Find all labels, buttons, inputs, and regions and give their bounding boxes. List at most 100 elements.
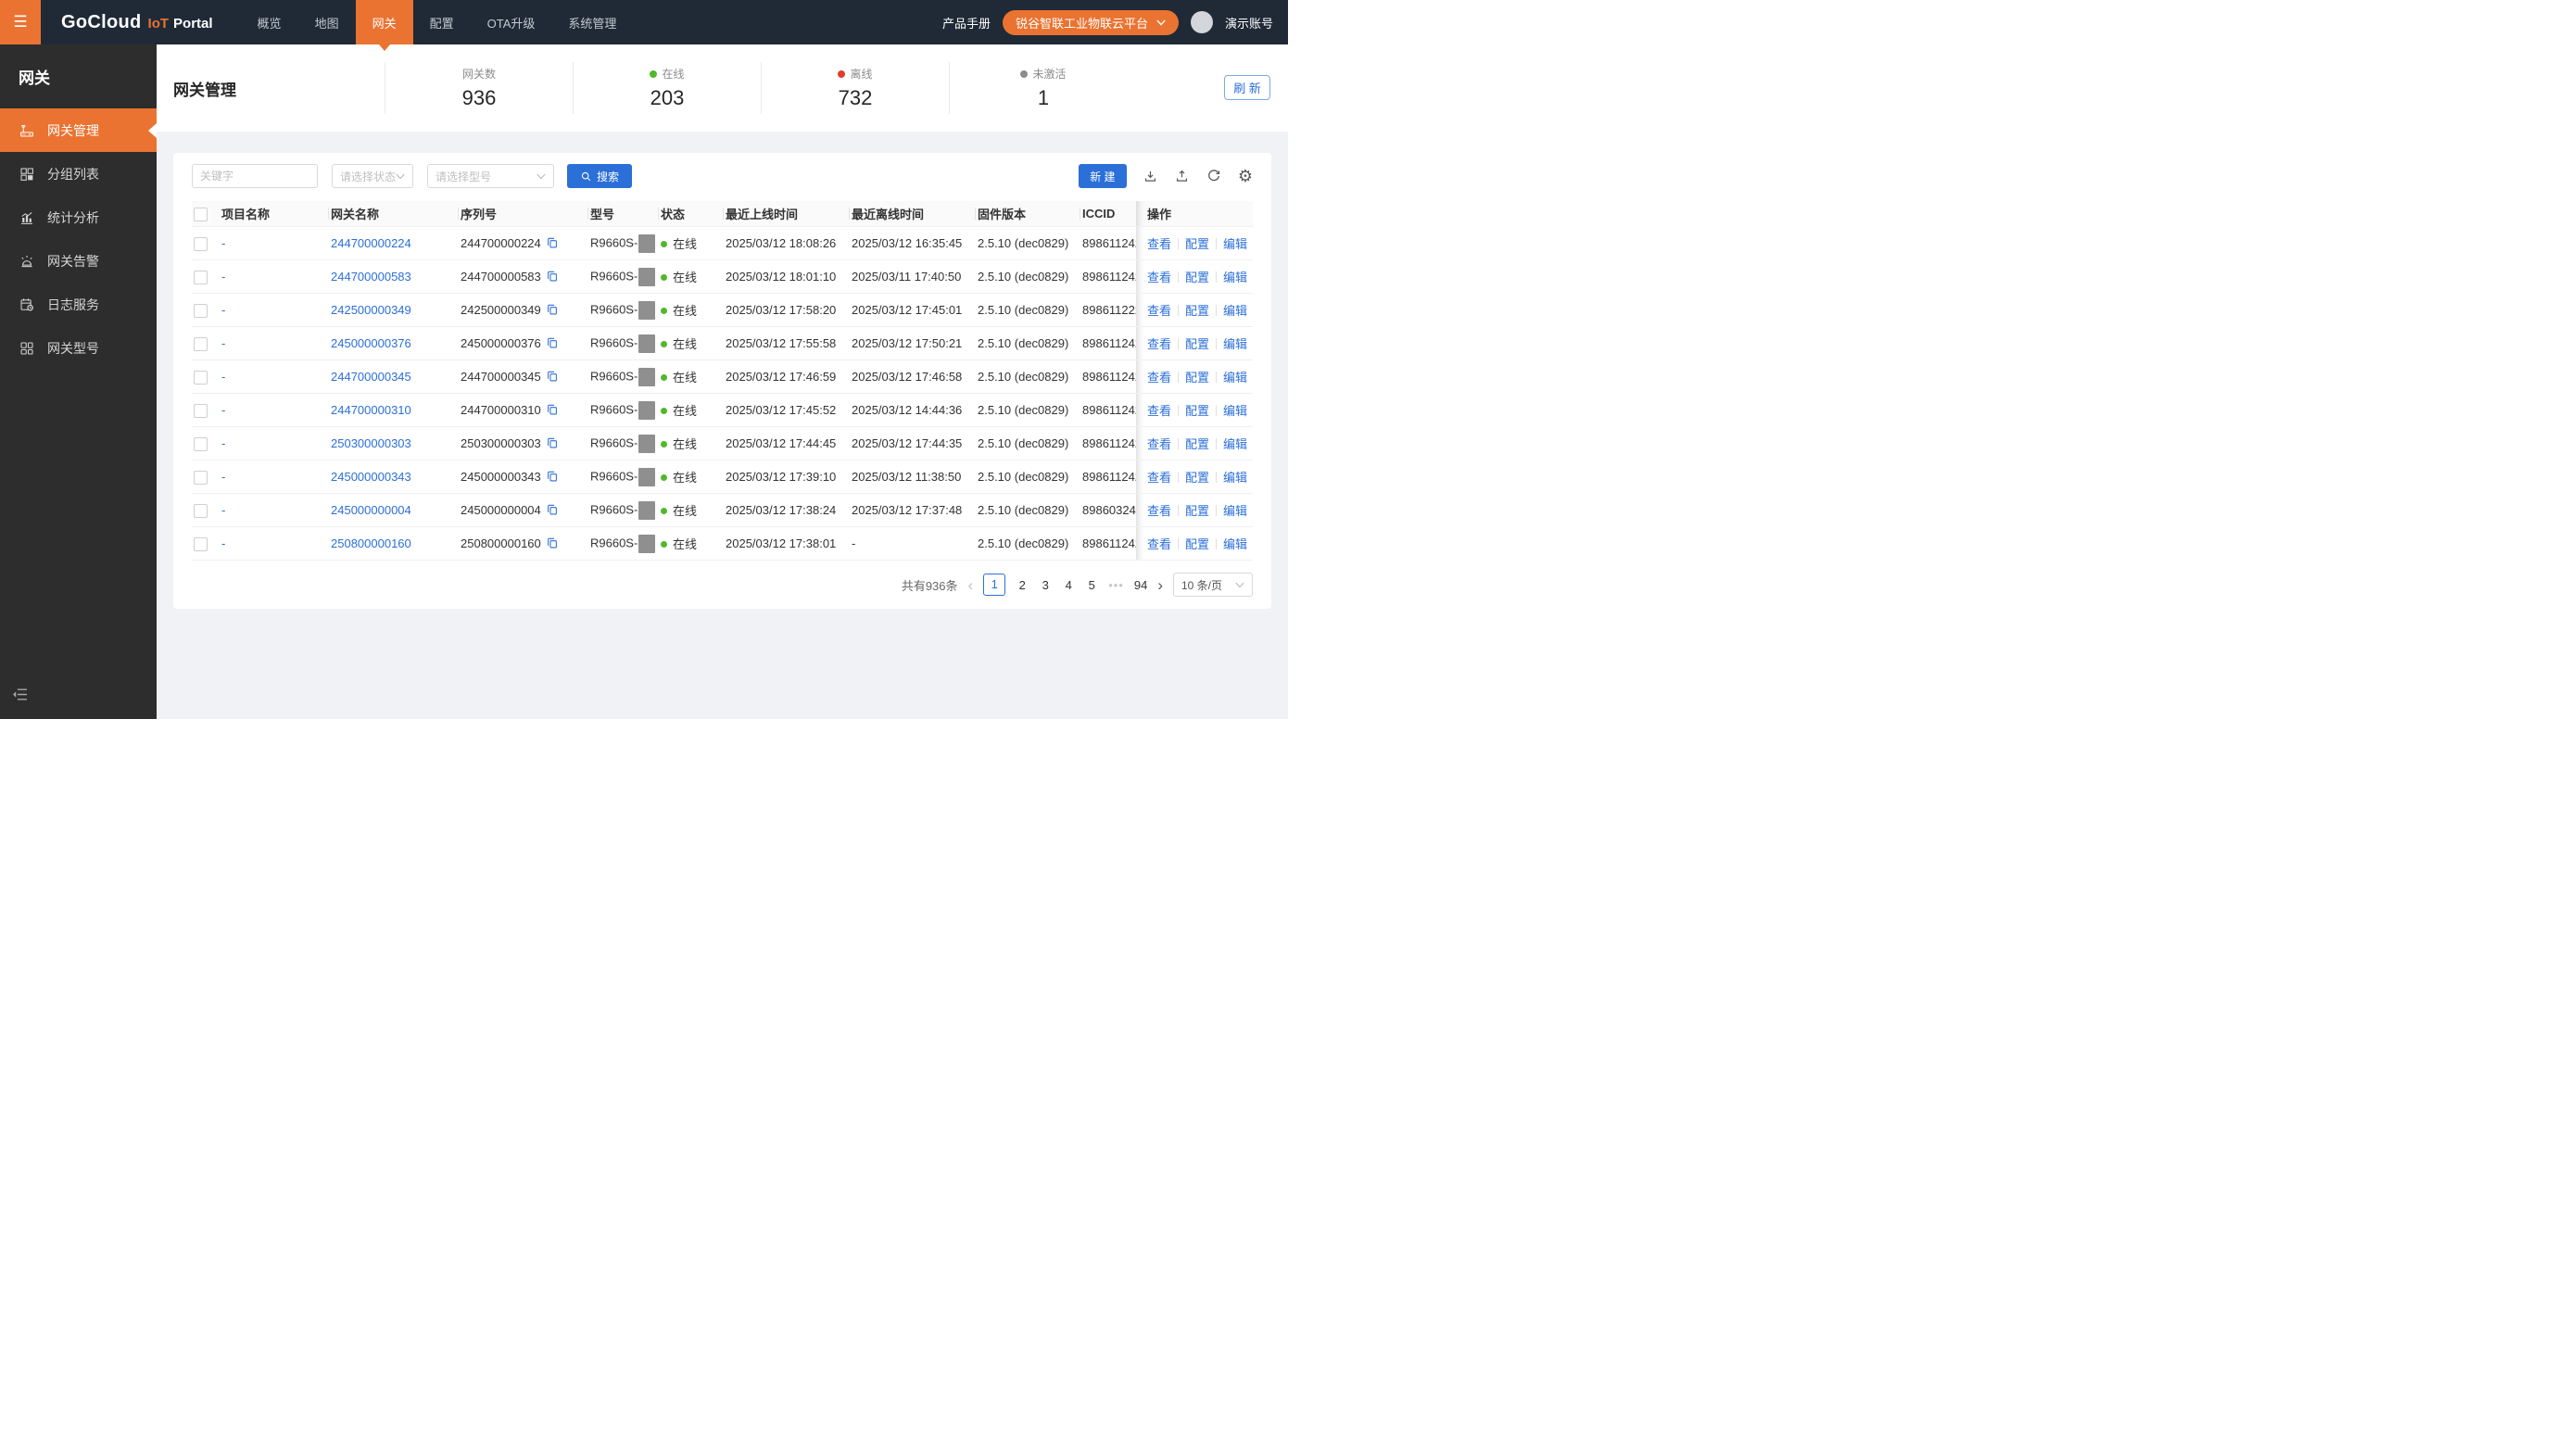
view-action-link[interactable]: 查看 [1147,537,1171,551]
sidebar-item-group-list[interactable]: 分组列表 [0,152,157,196]
project-name-link[interactable]: - [221,236,225,250]
nav-item-map[interactable]: 地图 [298,0,356,44]
sidebar-item-gateway-alarm[interactable]: 网关告警 [0,239,157,283]
platform-selector-button[interactable]: 锐谷智联工业物联云平台 [1002,9,1179,35]
project-name-link[interactable]: - [221,503,225,517]
sidebar-item-log-service[interactable]: 日志服务 [0,283,157,326]
row-checkbox[interactable] [194,236,208,251]
row-checkbox[interactable] [194,370,208,385]
nav-item-gateway[interactable]: 网关 [355,0,413,44]
hamburger-menu-button[interactable]: ☰ [0,0,41,44]
view-action-link[interactable]: 查看 [1147,304,1171,318]
page-size-select[interactable]: 10 条/页 [1173,573,1253,597]
page-number-1[interactable]: 1 [983,574,1006,596]
sidebar-item-gateway-management[interactable]: 网关管理 [0,108,157,152]
edit-action-link[interactable]: 编辑 [1223,271,1247,284]
sidebar-item-statistics[interactable]: 统计分析 [0,196,157,239]
copy-icon[interactable] [546,503,559,516]
gateway-name-link[interactable]: 250800000160 [331,536,411,550]
search-button[interactable]: 搜索 [567,164,632,188]
copy-icon[interactable] [546,403,559,416]
row-checkbox[interactable] [194,503,208,518]
config-action-link[interactable]: 配置 [1185,437,1209,451]
create-button[interactable]: 新 建 [1078,164,1127,188]
export-button[interactable] [1174,169,1190,184]
config-action-link[interactable]: 配置 [1185,304,1209,318]
project-name-link[interactable]: - [221,336,225,350]
gateway-name-link[interactable]: 244700000583 [331,270,411,284]
view-action-link[interactable]: 查看 [1147,237,1171,251]
gateway-name-link[interactable]: 250300000303 [331,436,411,450]
edit-action-link[interactable]: 编辑 [1223,437,1247,451]
row-checkbox[interactable] [194,303,208,318]
copy-icon[interactable] [546,303,559,316]
edit-action-link[interactable]: 编辑 [1223,371,1247,385]
page-number-3[interactable]: 3 [1039,578,1052,592]
import-button[interactable] [1143,169,1158,184]
row-checkbox[interactable] [194,336,208,351]
config-action-link[interactable]: 配置 [1185,237,1209,251]
gateway-name-link[interactable]: 245000000343 [331,470,411,484]
edit-action-link[interactable]: 编辑 [1223,537,1247,551]
project-name-link[interactable]: - [221,436,225,450]
config-action-link[interactable]: 配置 [1185,404,1209,418]
project-name-link[interactable]: - [221,303,225,317]
copy-icon[interactable] [546,236,559,249]
gateway-name-link[interactable]: 245000000004 [331,503,411,517]
edit-action-link[interactable]: 编辑 [1223,504,1247,518]
select-all-checkbox[interactable] [194,207,208,221]
copy-icon[interactable] [546,270,559,283]
avatar[interactable] [1190,11,1213,33]
gateway-name-link[interactable]: 244700000345 [331,370,411,384]
view-action-link[interactable]: 查看 [1147,271,1171,284]
edit-action-link[interactable]: 编辑 [1223,471,1247,485]
sidebar-collapse-button[interactable] [12,687,28,707]
config-action-link[interactable]: 配置 [1185,504,1209,518]
page-number-94[interactable]: 94 [1134,578,1147,592]
model-select[interactable]: 请选择型号 [427,164,554,188]
copy-icon[interactable] [546,536,559,549]
gateway-name-link[interactable]: 242500000349 [331,303,411,317]
row-checkbox[interactable] [194,536,208,551]
gateway-name-link[interactable]: 245000000376 [331,336,411,350]
view-action-link[interactable]: 查看 [1147,471,1171,485]
copy-icon[interactable] [546,470,559,483]
gateway-name-link[interactable]: 244700000224 [331,236,411,250]
table-settings-button[interactable]: ⚙ [1238,168,1253,184]
keyword-input[interactable] [192,164,318,188]
row-checkbox[interactable] [194,470,208,485]
view-action-link[interactable]: 查看 [1147,437,1171,451]
row-checkbox[interactable] [194,270,208,284]
edit-action-link[interactable]: 编辑 [1223,337,1247,351]
view-action-link[interactable]: 查看 [1147,337,1171,351]
nav-item-overview[interactable]: 概览 [241,0,298,44]
project-name-link[interactable]: - [221,403,225,417]
nav-item-config[interactable]: 配置 [413,0,471,44]
nav-item-system[interactable]: 系统管理 [551,0,633,44]
gateway-name-link[interactable]: 244700000310 [331,403,411,417]
project-name-link[interactable]: - [221,370,225,384]
nav-item-ota[interactable]: OTA升级 [471,0,552,44]
config-action-link[interactable]: 配置 [1185,337,1209,351]
reload-table-button[interactable] [1206,168,1222,184]
copy-icon[interactable] [546,436,559,449]
prev-page-icon[interactable]: ‹ [968,577,974,593]
status-select[interactable]: 请选择状态 [332,164,413,188]
config-action-link[interactable]: 配置 [1185,371,1209,385]
next-page-icon[interactable]: › [1157,577,1163,593]
project-name-link[interactable]: - [221,536,225,550]
sidebar-item-gateway-model[interactable]: 网关型号 [0,326,157,370]
edit-action-link[interactable]: 编辑 [1223,237,1247,251]
project-name-link[interactable]: - [221,470,225,484]
view-action-link[interactable]: 查看 [1147,404,1171,418]
page-number-5[interactable]: 5 [1085,578,1098,592]
edit-action-link[interactable]: 编辑 [1223,304,1247,318]
copy-icon[interactable] [546,336,559,349]
copy-icon[interactable] [546,370,559,383]
row-checkbox[interactable] [194,436,208,451]
config-action-link[interactable]: 配置 [1185,537,1209,551]
config-action-link[interactable]: 配置 [1185,271,1209,284]
product-manual-link[interactable]: 产品手册 [942,14,991,32]
page-number-4[interactable]: 4 [1062,578,1075,592]
page-number-2[interactable]: 2 [1016,578,1029,592]
